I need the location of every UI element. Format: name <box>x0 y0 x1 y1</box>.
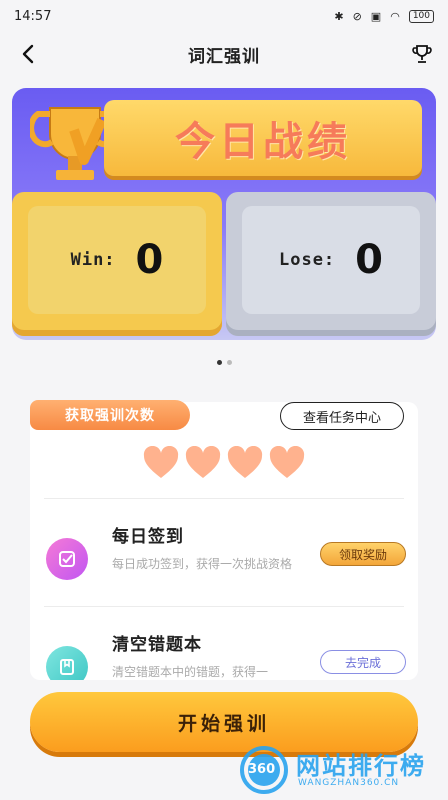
battery-icon: 100 <box>408 9 434 23</box>
watermark-number: 360 <box>248 762 276 777</box>
go-complete-button[interactable]: 去完成 <box>320 650 406 674</box>
watermark-sub: WANGZHAN360.CN <box>298 778 400 788</box>
win-value: 0 <box>135 237 164 283</box>
task-desc: 清空错题本中的错题，获得一 <box>112 665 269 679</box>
wifi-icon: ◠ <box>390 9 400 23</box>
carousel-dot[interactable] <box>226 360 232 365</box>
win-label: Win: <box>70 250 116 270</box>
divider <box>44 498 404 499</box>
task-desc: 每日成功签到，获得一次挑战资格 <box>112 557 293 571</box>
banner-title-plate: 今日战绩 <box>104 100 422 176</box>
chevron-left-icon <box>22 44 34 64</box>
task-item-daily-signin: 每日签到 每日成功签到，获得一次挑战资格 领取奖励 <box>30 506 418 606</box>
carousel-dot-active[interactable] <box>216 360 222 365</box>
task-center-button[interactable]: 查看任务中心 <box>280 402 404 430</box>
carousel-indicator <box>0 360 448 365</box>
status-time: 14:57 <box>14 8 52 24</box>
mute-icon: ⊘ <box>352 9 362 23</box>
checkbox-icon <box>46 538 88 580</box>
lose-value: 0 <box>355 237 384 283</box>
ranking-button[interactable] <box>408 40 436 68</box>
divider <box>44 606 404 607</box>
back-button[interactable] <box>14 40 42 68</box>
notebook-icon <box>46 646 88 680</box>
status-bar: 14:57 ✱ ⊘ ▣ ◠ 100 <box>0 0 448 32</box>
win-score-card: Win: 0 <box>12 192 222 336</box>
bluetooth-icon: ✱ <box>334 9 344 23</box>
heart-icon <box>143 446 179 478</box>
watermark: 360 网站排行榜 WANGZHAN360.CN <box>236 742 446 798</box>
task-item-clear-mistakes: 清空错题本 清空错题本中的错题，获得一 去完成 <box>30 614 418 680</box>
page-title: 词汇强训 <box>188 46 260 67</box>
banner-title: 今日战绩 <box>175 118 351 165</box>
task-name: 每日签到 <box>112 527 184 547</box>
today-record-banner: 今日战绩 Win: 0 Lose: 0 <box>12 88 436 340</box>
lose-label: Lose: <box>278 250 336 270</box>
sim-icon: ▣ <box>370 9 382 23</box>
app-header: 词汇强训 <box>0 32 448 76</box>
heart-icon <box>185 446 221 478</box>
watermark-brand: 网站排行榜 <box>296 752 426 780</box>
task-card: 查看任务中心 每日签到 每日成功签到，获得一次挑战资格 领取奖励 清空错题本 清… <box>30 402 418 680</box>
task-section-title: 获取强训次数 <box>30 400 190 430</box>
lose-score-panel: Lose: 0 <box>242 206 420 314</box>
heart-icon <box>269 446 305 478</box>
heart-icon <box>227 446 263 478</box>
lose-score-card: Lose: 0 <box>226 192 436 336</box>
attempt-hearts <box>30 446 418 480</box>
trophy-icon <box>412 45 432 63</box>
status-icons: ✱ ⊘ ▣ ◠ 100 <box>334 9 434 23</box>
win-score-panel: Win: 0 <box>28 206 206 314</box>
claim-reward-button[interactable]: 领取奖励 <box>320 542 406 566</box>
task-name: 清空错题本 <box>112 635 202 655</box>
